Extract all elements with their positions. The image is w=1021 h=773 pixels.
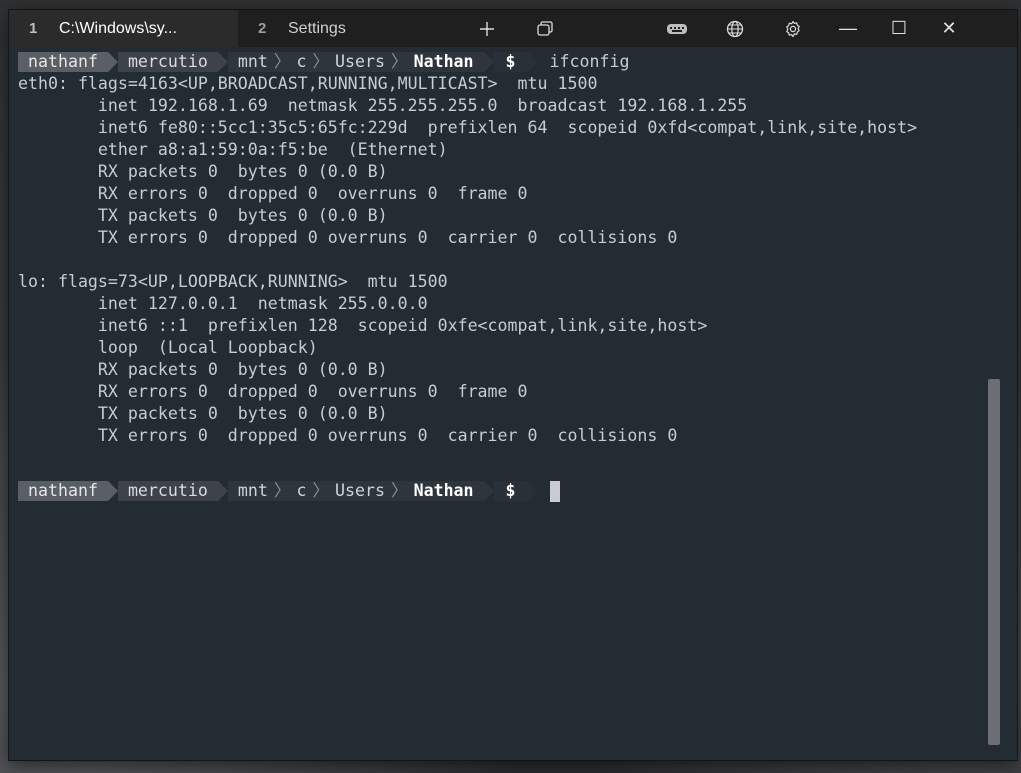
output-line: TX errors 0 dropped 0 overruns 0 carrier… bbox=[18, 228, 678, 247]
text-cursor bbox=[549, 480, 560, 502]
output-line: inet 127.0.0.1 netmask 255.0.0.0 bbox=[18, 294, 428, 313]
prompt-host: mercutio bbox=[117, 52, 218, 72]
tab-2[interactable]: 2 Settings bbox=[238, 10, 458, 47]
close-button[interactable]: ✕ bbox=[924, 10, 974, 47]
output-line: RX packets 0 bytes 0 (0.0 B) bbox=[18, 162, 388, 181]
plus-icon bbox=[480, 21, 494, 36]
tab-1[interactable]: 1 C:\Windows\sy... bbox=[9, 10, 238, 47]
tab-number: 2 bbox=[258, 20, 267, 37]
output-line: RX packets 0 bytes 0 (0.0 B) bbox=[18, 360, 388, 379]
new-tab-button[interactable] bbox=[458, 10, 516, 47]
prompt-user: nathanf bbox=[18, 481, 108, 501]
duplicate-tab-button[interactable] bbox=[516, 10, 574, 47]
window-copy-icon bbox=[537, 20, 553, 36]
prompt-symbol: $ bbox=[493, 52, 528, 72]
output-line: inet 192.168.1.69 netmask 255.255.255.0 … bbox=[18, 96, 748, 115]
output-line: TX errors 0 dropped 0 overruns 0 carrier… bbox=[18, 426, 678, 445]
prompt-symbol: $ bbox=[493, 481, 528, 501]
prompt-user: nathanf bbox=[18, 52, 108, 72]
tab-title: Settings bbox=[288, 19, 346, 37]
output-line: TX packets 0 bytes 0 (0.0 B) bbox=[18, 404, 388, 423]
terminal-window: 1 C:\Windows\sy... 2 Settings — ☐ ✕ nath… bbox=[9, 10, 1017, 760]
prompt-path: mnt 〉 c 〉 Users 〉 Nathan bbox=[227, 52, 484, 72]
terminal-content[interactable]: nathanf mercutio mnt 〉 c 〉 Users 〉 Nathan $ ifconf… bbox=[9, 47, 1017, 760]
output-line: inet6 fe80::5cc1:35c5:65fc:229d prefixle… bbox=[18, 118, 918, 137]
output-line: loop (Local Loopback) bbox=[18, 338, 318, 357]
output-line: RX errors 0 dropped 0 overruns 0 frame 0 bbox=[18, 184, 528, 203]
keyboard-icon bbox=[667, 23, 687, 34]
maximize-button[interactable]: ☐ bbox=[874, 10, 924, 47]
settings-button[interactable] bbox=[764, 10, 822, 47]
language-button[interactable] bbox=[706, 10, 764, 47]
title-bar: 1 C:\Windows\sy... 2 Settings — ☐ ✕ bbox=[9, 10, 1017, 47]
prompt-line-current: nathanf mercutio mnt 〉 c 〉 Users 〉 Nathan $ bbox=[18, 480, 560, 502]
output-line: inet6 ::1 prefixlen 128 scopeid 0xfe<com… bbox=[18, 316, 708, 335]
output-line: eth0: flags=4163<UP,BROADCAST,RUNNING,MU… bbox=[18, 74, 598, 93]
tab-title: C:\Windows\sy... bbox=[59, 19, 177, 37]
keyboard-button[interactable] bbox=[648, 10, 706, 47]
output-line: TX packets 0 bytes 0 (0.0 B) bbox=[18, 206, 388, 225]
scrollbar-thumb[interactable] bbox=[988, 379, 1000, 745]
prompt-path: mnt 〉 c 〉 Users 〉 Nathan bbox=[227, 481, 484, 501]
minimize-button[interactable]: — bbox=[822, 10, 874, 47]
output-line: RX errors 0 dropped 0 overruns 0 frame 0 bbox=[18, 382, 528, 401]
output-line: ether a8:a1:59:0a:f5:be (Ethernet) bbox=[18, 140, 448, 159]
globe-icon bbox=[726, 20, 744, 37]
gear-icon bbox=[786, 20, 800, 37]
command-text: ifconfig bbox=[549, 52, 630, 71]
output-line: lo: flags=73<UP,LOOPBACK,RUNNING> mtu 15… bbox=[18, 272, 448, 291]
tab-number: 1 bbox=[29, 20, 38, 37]
prompt-line: nathanf mercutio mnt 〉 c 〉 Users 〉 Nathan $ ifconf… bbox=[18, 51, 629, 73]
prompt-host: mercutio bbox=[117, 481, 218, 501]
